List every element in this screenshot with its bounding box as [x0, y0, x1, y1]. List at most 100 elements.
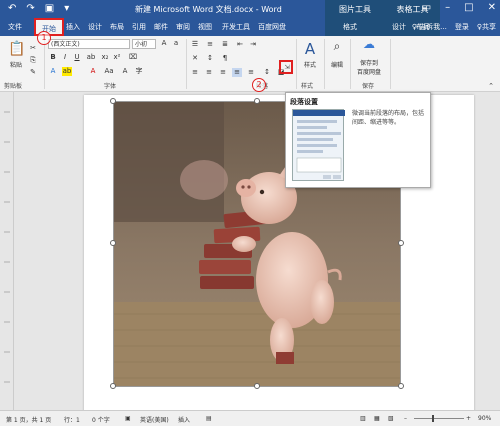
- increase-indent-icon[interactable]: ⇥: [248, 40, 258, 49]
- align-right-icon[interactable]: ≡: [218, 68, 228, 77]
- text-effects-icon[interactable]: A: [48, 67, 58, 76]
- numbering-icon[interactable]: ≡: [205, 40, 215, 49]
- tab-developer[interactable]: 开发工具: [222, 22, 250, 32]
- zoom-slider[interactable]: [414, 418, 464, 419]
- subscript-icon[interactable]: x₂: [100, 53, 110, 62]
- copy-icon[interactable]: ⎘: [28, 56, 38, 65]
- word-count[interactable]: 0 个字: [92, 415, 110, 424]
- strikethrough-icon[interactable]: ab: [86, 53, 96, 62]
- page-count[interactable]: 第 1 页，共 1 页: [6, 415, 51, 424]
- tab-table-design[interactable]: 设计: [392, 22, 406, 32]
- superscript-icon[interactable]: x²: [112, 53, 122, 62]
- show-marks-icon[interactable]: ¶: [220, 54, 230, 63]
- print-layout-icon[interactable]: ▦: [374, 415, 380, 422]
- change-case-icon[interactable]: Aa: [104, 67, 114, 76]
- tab-references[interactable]: 引用: [132, 22, 146, 32]
- save-icon[interactable]: ▣: [45, 3, 54, 14]
- group-save-label: 保存: [362, 83, 375, 90]
- resize-handle-bottom-left[interactable]: [110, 383, 116, 389]
- styles-label[interactable]: 样式: [298, 60, 322, 69]
- zoom-in-icon[interactable]: +: [466, 415, 471, 422]
- paragraph-settings-launcher-icon[interactable]: ⇲: [282, 63, 292, 72]
- resize-handle-bottom-center[interactable]: [254, 383, 260, 389]
- macro-icon[interactable]: ▤: [206, 415, 212, 422]
- editing-label[interactable]: 编辑: [326, 60, 348, 69]
- char-shading-icon[interactable]: A: [120, 67, 130, 76]
- font-name-dropdown[interactable]: (西文正文): [48, 39, 130, 49]
- multilevel-list-icon[interactable]: ≣: [220, 40, 230, 49]
- collapse-ribbon-icon[interactable]: ⌃: [486, 82, 496, 91]
- distributed-icon[interactable]: ≡: [246, 68, 256, 77]
- paste-icon[interactable]: 📋: [8, 40, 25, 58]
- document-title: 新建 Microsoft Word 文档.docx - Word: [135, 5, 282, 14]
- tab-format[interactable]: 格式: [343, 22, 357, 32]
- tell-me-box[interactable]: ♀ 告诉我...: [412, 22, 447, 32]
- align-center-icon[interactable]: ≡: [204, 68, 214, 77]
- resize-handle-top-left[interactable]: [110, 98, 116, 104]
- proofing-icon[interactable]: ▣: [125, 415, 131, 422]
- cut-icon[interactable]: ✂: [28, 44, 38, 53]
- redo-icon[interactable]: ↷: [26, 3, 34, 14]
- clear-format-icon[interactable]: ⌧: [128, 53, 138, 62]
- login-link[interactable]: 登录: [455, 22, 469, 32]
- tab-mailings[interactable]: 邮件: [154, 22, 168, 32]
- undo-icon[interactable]: ↶: [8, 3, 16, 14]
- tab-file[interactable]: 文件: [8, 22, 22, 32]
- paste-label[interactable]: 粘贴: [6, 60, 26, 69]
- tab-review[interactable]: 审阅: [176, 22, 190, 32]
- close-icon[interactable]: ✕: [488, 2, 496, 13]
- save-to-label-1[interactable]: 保存到: [352, 58, 386, 67]
- ribbon-tabs: 文件 开始 插入 设计 布局 引用 邮件 审阅 视图 开发工具 百度网盘 格式 …: [0, 18, 500, 36]
- underline-icon[interactable]: U: [72, 53, 82, 62]
- shrink-font-icon[interactable]: a: [171, 39, 181, 48]
- minimize-icon[interactable]: –: [445, 2, 450, 13]
- italic-icon[interactable]: I: [60, 53, 70, 62]
- zoom-level[interactable]: 90%: [478, 415, 491, 422]
- font-color-icon[interactable]: A: [88, 67, 98, 76]
- paragraph-settings-tooltip: 段落设置 微调当前段落的布局，包括间距、缩进等等。: [285, 92, 431, 188]
- format-painter-icon[interactable]: ✎: [28, 68, 38, 77]
- tooltip-title: 段落设置: [290, 98, 318, 106]
- sort-icon[interactable]: ↕: [205, 54, 215, 63]
- separator: [296, 39, 297, 89]
- tab-view[interactable]: 视图: [198, 22, 212, 32]
- resize-handle-middle-left[interactable]: [110, 240, 116, 246]
- share-button[interactable]: ♀共享: [477, 22, 496, 32]
- resize-handle-top-center[interactable]: [254, 98, 260, 104]
- baidu-cloud-icon[interactable]: ☁: [361, 38, 377, 56]
- justify-icon[interactable]: ≡: [232, 68, 242, 77]
- paragraph-dialog-preview: [292, 109, 345, 181]
- ribbon-options-icon[interactable]: ▭: [422, 2, 431, 13]
- insert-mode[interactable]: 插入: [178, 415, 190, 424]
- resize-handle-middle-right[interactable]: [398, 240, 404, 246]
- web-layout-icon[interactable]: ▧: [388, 415, 394, 422]
- find-icon[interactable]: ⌕: [329, 40, 345, 58]
- zoom-out-icon[interactable]: –: [404, 415, 407, 422]
- tab-insert[interactable]: 插入: [66, 22, 80, 32]
- tab-design[interactable]: 设计: [88, 22, 102, 32]
- highlight-icon[interactable]: ab: [62, 67, 72, 76]
- title-bar: ↶ ↷ ▣ ▾ 新建 Microsoft Word 文档.docx - Word…: [0, 0, 500, 18]
- font-size-dropdown[interactable]: 小初: [132, 39, 156, 49]
- grow-font-icon[interactable]: A: [159, 39, 169, 48]
- maximize-icon[interactable]: □: [464, 2, 473, 13]
- bold-icon[interactable]: B: [48, 53, 58, 62]
- chinese-layout-icon[interactable]: ✕: [190, 54, 200, 63]
- ruler-ticks: [4, 111, 10, 383]
- picture-tools-label: 图片工具: [325, 0, 385, 18]
- customize-icon[interactable]: ▾: [64, 3, 69, 14]
- save-to-label-2[interactable]: 百度网盘: [352, 67, 386, 76]
- tab-baidu[interactable]: 百度网盘: [258, 22, 286, 32]
- zoom-slider-thumb[interactable]: [432, 415, 434, 422]
- line-spacing-icon[interactable]: ↕: [262, 68, 272, 77]
- read-mode-icon[interactable]: ▥: [360, 415, 366, 422]
- decrease-indent-icon[interactable]: ⇤: [235, 40, 245, 49]
- tab-layout[interactable]: 布局: [110, 22, 124, 32]
- language-indicator[interactable]: 英语(美国): [140, 415, 169, 424]
- enclose-char-icon[interactable]: 字: [134, 67, 144, 76]
- bullets-icon[interactable]: ☰: [190, 40, 200, 49]
- styles-icon[interactable]: A: [302, 40, 318, 58]
- separator: [390, 39, 391, 89]
- resize-handle-bottom-right[interactable]: [398, 383, 404, 389]
- align-left-icon[interactable]: ≡: [190, 68, 200, 77]
